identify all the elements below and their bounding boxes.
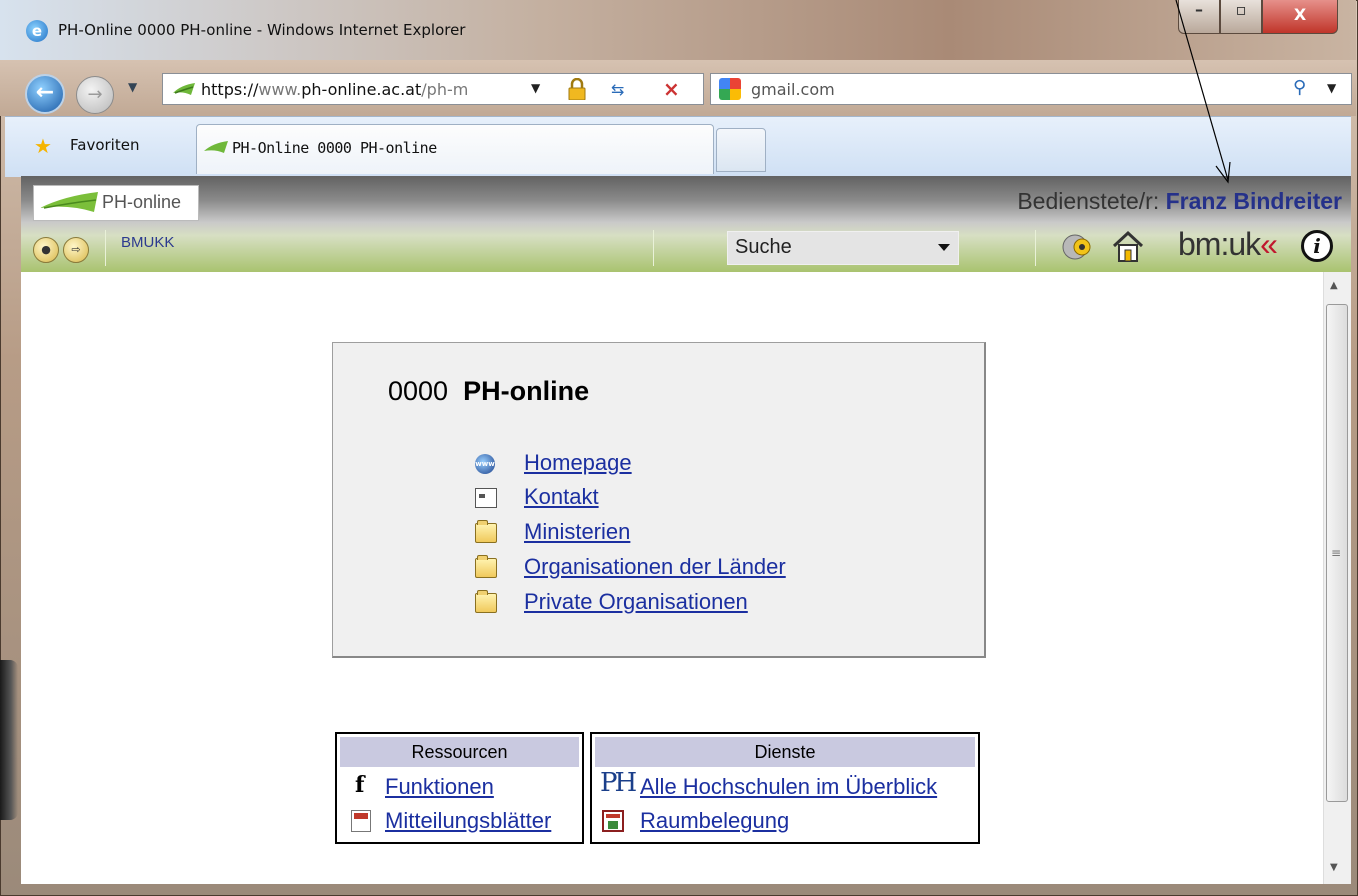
scrollbar-grip-icon: ≡ bbox=[1331, 546, 1342, 560]
scroll-up-icon[interactable]: ▲ bbox=[1330, 280, 1338, 291]
refresh-icon[interactable]: ⇆ bbox=[611, 80, 624, 99]
document-icon bbox=[351, 810, 371, 832]
search-input[interactable]: gmail.com bbox=[751, 80, 835, 99]
folder-icon bbox=[475, 590, 497, 613]
address-bar[interactable]: https://www.ph-online.ac.at/ph-m ▼ ⇆ × bbox=[162, 73, 704, 105]
internet-explorer-icon: e bbox=[26, 20, 48, 42]
address-url[interactable]: https://www.ph-online.ac.at/ph-m bbox=[201, 80, 468, 99]
user-name-link[interactable]: Franz Bindreiter bbox=[1166, 188, 1342, 214]
folder-icon bbox=[475, 520, 497, 543]
link-label[interactable]: Kontakt bbox=[524, 484, 599, 510]
chevron-down-icon[interactable] bbox=[938, 244, 950, 251]
link-label[interactable]: Organisationen der Länder bbox=[524, 554, 786, 580]
forward-button[interactable]: → bbox=[76, 76, 114, 114]
contact-card-icon bbox=[475, 488, 497, 508]
ph-online-tab-icon bbox=[204, 141, 228, 153]
window-title: PH-Online 0000 PH-online - Windows Inter… bbox=[58, 21, 466, 39]
folder-icon bbox=[475, 555, 497, 578]
link-label[interactable]: Mitteilungsblätter bbox=[385, 808, 551, 834]
header-divider bbox=[653, 230, 654, 266]
user-info: Bedienstete/r: Franz Bindreiter bbox=[1017, 188, 1342, 214]
google-search-provider-icon[interactable] bbox=[719, 78, 741, 100]
dienste-header: Dienste bbox=[595, 737, 975, 767]
header-divider bbox=[1035, 230, 1036, 266]
logo-text: PH-online bbox=[102, 192, 182, 212]
org-link[interactable]: BMUKK bbox=[121, 234, 174, 251]
info-icon[interactable]: i bbox=[1301, 230, 1333, 262]
stop-icon[interactable]: × bbox=[663, 77, 680, 101]
tab-label[interactable]: PH-Online 0000 PH-online bbox=[232, 139, 437, 157]
address-dropdown-icon[interactable]: ▼ bbox=[531, 81, 540, 95]
scroll-down-icon[interactable]: ▼ bbox=[1330, 862, 1338, 873]
calendar-icon bbox=[602, 810, 624, 832]
new-tab-button[interactable] bbox=[716, 128, 766, 172]
ressourcen-header: Ressourcen bbox=[340, 737, 579, 767]
ph-online-swoosh-icon bbox=[40, 192, 98, 212]
history-dropdown-icon[interactable]: ▼ bbox=[128, 80, 137, 94]
link-label[interactable]: Homepage bbox=[524, 450, 632, 476]
close-icon: X bbox=[1293, 5, 1307, 24]
key-login-icon[interactable] bbox=[1062, 232, 1096, 262]
search-bar[interactable]: gmail.com ⚲ ▼ bbox=[710, 73, 1352, 105]
dienste-table: Dienste PH Alle Hochschulen im Überblick… bbox=[590, 732, 980, 844]
home-icon[interactable] bbox=[1110, 228, 1146, 264]
header-divider bbox=[105, 230, 106, 266]
ph-logo-icon: PH bbox=[600, 768, 637, 798]
favorites-star-icon[interactable]: ★ bbox=[34, 134, 52, 158]
forward-circle-icon[interactable]: ⇨ bbox=[63, 237, 89, 263]
ph-online-favicon-icon bbox=[173, 83, 195, 95]
ressourcen-table: Ressourcen f Funktionen Mitteilungsblätt… bbox=[335, 732, 584, 844]
favorites-label[interactable]: Favoriten bbox=[70, 136, 139, 154]
close-button[interactable]: X bbox=[1262, 0, 1338, 34]
back-button[interactable]: ← bbox=[25, 74, 65, 114]
search-select-value[interactable]: Suche bbox=[735, 236, 792, 259]
search-dropdown-icon[interactable]: ▼ bbox=[1327, 81, 1336, 95]
page-title: 0000 PH-online bbox=[388, 376, 590, 406]
link-label[interactable]: Raumbelegung bbox=[640, 808, 789, 834]
window-edge-shadow bbox=[0, 660, 18, 820]
annotation-arrow-icon bbox=[1175, 0, 1231, 184]
header-nav-buttons: ● ⇨ bbox=[33, 237, 97, 263]
lock-icon[interactable] bbox=[568, 78, 586, 100]
link-label[interactable]: Alle Hochschulen im Überblick bbox=[640, 774, 937, 800]
link-label[interactable]: Private Organisationen bbox=[524, 589, 748, 615]
link-label[interactable]: Ministerien bbox=[524, 519, 630, 545]
function-f-icon: f bbox=[355, 772, 365, 798]
back-circle-icon[interactable]: ● bbox=[33, 237, 59, 263]
www-globe-icon: www bbox=[475, 454, 495, 474]
bmuk-logo[interactable]: bm:uk« bbox=[1178, 226, 1278, 263]
link-label[interactable]: Funktionen bbox=[385, 774, 494, 800]
search-icon[interactable]: ⚲ bbox=[1293, 77, 1306, 98]
